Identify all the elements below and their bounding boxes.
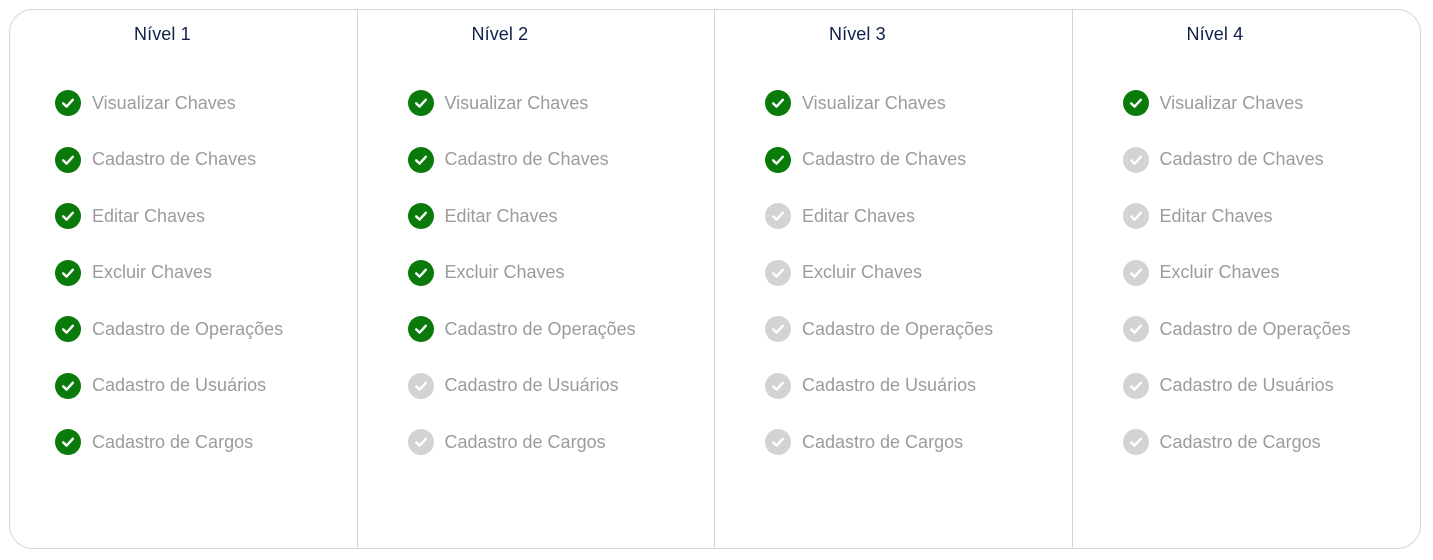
permission-item: Excluir Chaves — [1122, 259, 1351, 286]
permission-label: Cadastro de Cargos — [444, 431, 606, 452]
permission-label: Cadastro de Operações — [1159, 318, 1351, 339]
permission-label: Visualizar Chaves — [802, 92, 946, 113]
permission-item: Cadastro de Usuários — [55, 372, 283, 399]
permission-label: Cadastro de Usuários — [92, 375, 267, 395]
check-circle-icon — [1122, 429, 1149, 455]
permission-label: Excluir Chaves — [1159, 262, 1280, 282]
permission-label: Cadastro de Cargos — [92, 431, 254, 452]
permission-label: Cadastro de Usuários — [444, 375, 619, 395]
check-circle-icon — [407, 146, 434, 173]
permission-item: Cadastro de Operações — [55, 316, 283, 342]
permission-item: Cadastro de Operações — [765, 316, 993, 342]
check-circle-icon — [1122, 316, 1149, 342]
level-column-1: Nível 1 Visualizar Chaves Cadastro de Cha… — [10, 10, 357, 548]
permission-label: Cadastro de Cargos — [802, 431, 964, 452]
permission-label: Editar Chaves — [92, 205, 206, 226]
permission-label: Cadastro de Chaves — [1159, 149, 1324, 169]
permission-item: Visualizar Chaves — [407, 90, 636, 116]
level-title: Nível 1 — [134, 24, 191, 44]
permission-item: Cadastro de Chaves — [407, 146, 636, 173]
level-title: Nível 2 — [471, 24, 529, 44]
check-circle-icon — [765, 203, 791, 229]
check-circle-icon — [1122, 372, 1149, 399]
level-column-3: Nível 3 Visualizar Chaves Cadastro de Cha… — [714, 10, 1072, 548]
permission-label: Cadastro de Chaves — [802, 149, 967, 169]
permission-item: Cadastro de Cargos — [1122, 429, 1351, 455]
check-circle-icon — [765, 259, 791, 286]
check-circle-icon — [55, 90, 81, 116]
permission-list: Visualizar Chaves Cadastro de Chaves Edita… — [765, 90, 993, 486]
permission-item: Cadastro de Usuários — [765, 372, 993, 399]
permission-label: Cadastro de Operações — [92, 318, 284, 339]
permission-item: Cadastro de Cargos — [407, 429, 636, 455]
check-circle-icon — [407, 316, 434, 342]
level-title: Nível 3 — [829, 24, 886, 44]
check-circle-icon — [1122, 203, 1149, 229]
check-circle-icon — [765, 90, 791, 116]
check-circle-icon — [55, 203, 81, 229]
check-circle-icon — [765, 146, 791, 173]
permission-label: Editar Chaves — [444, 205, 558, 226]
check-circle-icon — [55, 372, 81, 399]
permission-item: Visualizar Chaves — [1122, 90, 1351, 116]
permission-item: Editar Chaves — [407, 203, 636, 229]
check-circle-icon — [55, 429, 81, 455]
check-circle-icon — [407, 429, 434, 455]
permission-list: Visualizar Chaves Cadastro de Chaves Edita… — [407, 90, 636, 486]
permission-item: Cadastro de Chaves — [55, 146, 283, 173]
permission-item: Visualizar Chaves — [765, 90, 993, 116]
permission-item: Cadastro de Usuários — [1122, 372, 1351, 399]
check-circle-icon — [407, 90, 434, 116]
check-circle-icon — [1122, 259, 1149, 286]
permission-item: Cadastro de Operações — [407, 316, 636, 342]
check-circle-icon — [55, 316, 81, 342]
permission-label: Visualizar Chaves — [444, 92, 589, 113]
permission-levels-card: Nível 1 Visualizar Chaves Cadastro de Cha… — [9, 9, 1421, 549]
permission-item: Excluir Chaves — [407, 259, 636, 286]
permission-label: Excluir Chaves — [444, 262, 565, 282]
check-circle-icon — [765, 429, 791, 455]
permission-label: Editar Chaves — [802, 205, 916, 226]
permission-label: Excluir Chaves — [92, 262, 213, 282]
permission-label: Cadastro de Operações — [444, 318, 636, 339]
check-circle-icon — [55, 146, 81, 173]
permission-label: Cadastro de Operações — [802, 318, 994, 339]
permission-item: Cadastro de Cargos — [765, 429, 993, 455]
permission-label: Visualizar Chaves — [1159, 92, 1304, 113]
level-column-2: Nível 2 Visualizar Chaves Cadastro de Cha… — [356, 10, 715, 548]
permission-label: Cadastro de Usuários — [802, 375, 977, 395]
permission-item: Editar Chaves — [1122, 203, 1351, 229]
permission-item: Cadastro de Chaves — [765, 146, 993, 173]
permission-label: Cadastro de Chaves — [92, 149, 257, 169]
check-circle-icon — [765, 316, 791, 342]
check-circle-icon — [407, 203, 434, 229]
check-circle-icon — [407, 259, 434, 286]
permission-list: Visualizar Chaves Cadastro de Chaves Edita… — [55, 90, 283, 486]
permission-item: Excluir Chaves — [765, 259, 993, 286]
permission-item: Visualizar Chaves — [55, 90, 283, 116]
check-circle-icon — [1122, 146, 1149, 173]
level-column-4: Nível 4 Visualizar Chaves Cadastro de Cha… — [1071, 10, 1421, 548]
permission-label: Cadastro de Usuários — [1159, 375, 1334, 395]
check-circle-icon — [765, 372, 791, 399]
permission-item: Cadastro de Usuários — [407, 372, 636, 399]
check-circle-icon — [407, 372, 434, 399]
level-title: Nível 4 — [1186, 24, 1244, 44]
permission-item: Excluir Chaves — [55, 259, 283, 286]
permission-label: Cadastro de Cargos — [1159, 431, 1321, 452]
permission-item: Cadastro de Cargos — [55, 429, 283, 455]
permission-item: Editar Chaves — [55, 203, 283, 229]
check-circle-icon — [1122, 90, 1149, 116]
permission-list: Visualizar Chaves Cadastro de Chaves Edita… — [1122, 90, 1351, 486]
check-circle-icon — [55, 259, 81, 286]
permission-item: Cadastro de Chaves — [1122, 146, 1351, 173]
permission-item: Cadastro de Operações — [1122, 316, 1351, 342]
permission-label: Visualizar Chaves — [92, 92, 236, 113]
permission-item: Editar Chaves — [765, 203, 993, 229]
permission-label: Editar Chaves — [1159, 205, 1273, 226]
permission-label: Cadastro de Chaves — [444, 149, 609, 169]
permission-label: Excluir Chaves — [802, 262, 923, 282]
